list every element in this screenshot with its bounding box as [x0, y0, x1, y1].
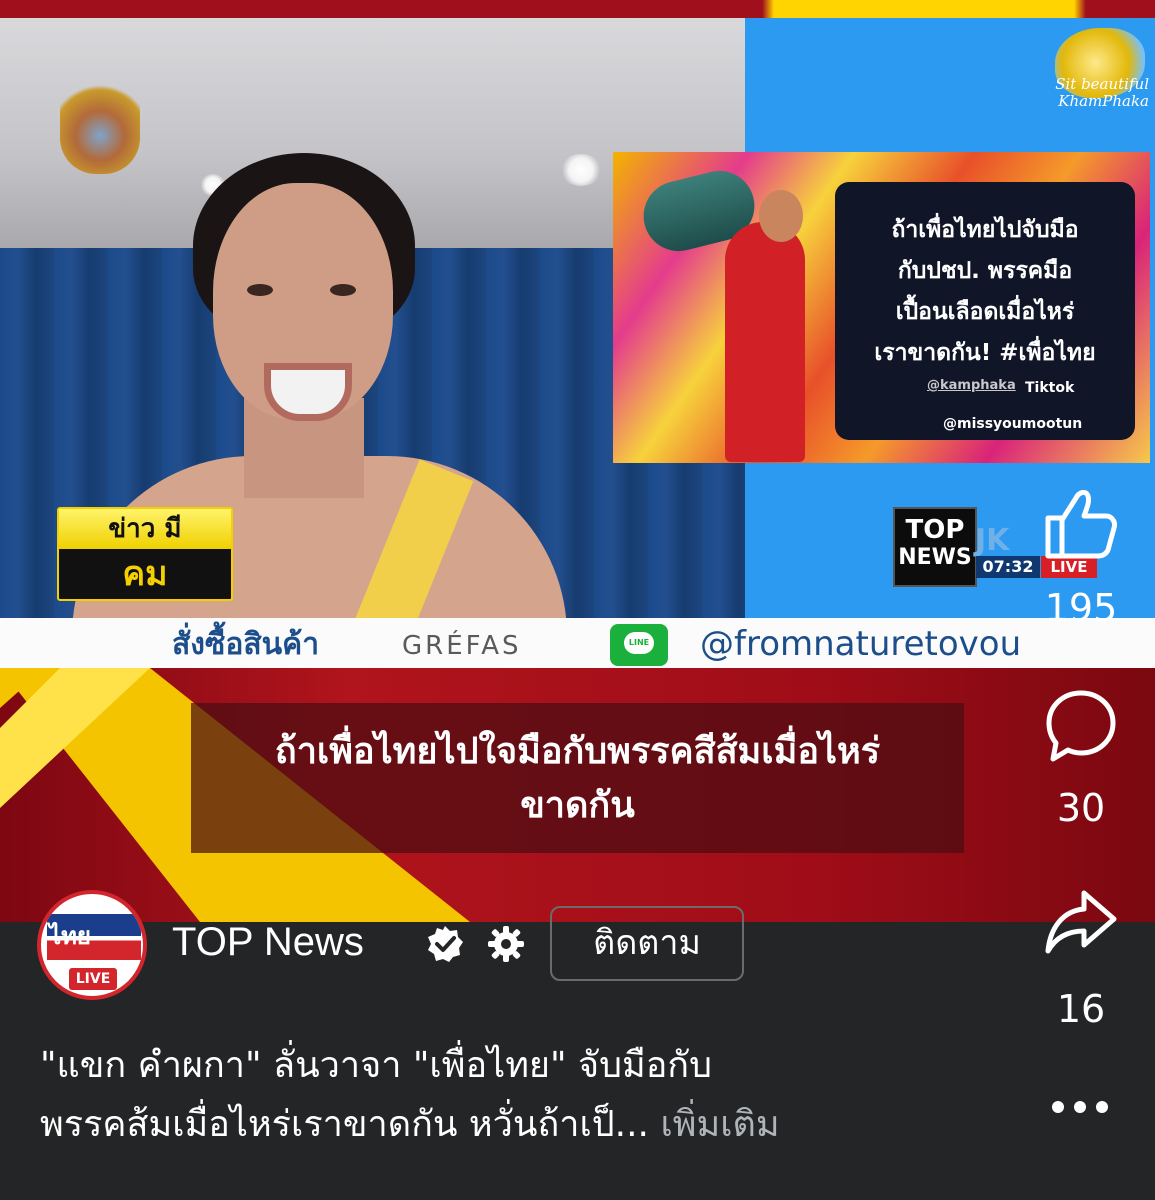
inset-platform: Tiktok	[1025, 380, 1075, 396]
description-line: พรรคส้มเมื่อไหร่เราขาดกัน หวั่นถ้าเป็...…	[40, 1095, 950, 1154]
caption-line: ถ้าเพื่อไทยไปใจมือกับพรรคสีส้มเมื่อไหร่	[274, 731, 881, 772]
channel-avatar[interactable]: ไทย LIVE	[37, 890, 147, 1000]
program-badge-top: ข่าว มี	[59, 509, 231, 549]
topnews-logo: TOP NEWS	[893, 507, 977, 587]
inset-handle-2: @missyoumootun	[943, 416, 1083, 432]
program-badge: ข่าว มี คม	[57, 507, 233, 601]
share-icon[interactable]	[1040, 887, 1120, 957]
video-caption-text: ถ้าเพื่อไทยไปใจมือกับพรรคสีส้มเมื่อไหร่ …	[191, 725, 964, 833]
reel-viewer: Sit beautiful KhamPhaka ถ้าเพื่อไทยไปจับ…	[0, 0, 1155, 1200]
inset-person-head	[759, 190, 803, 242]
inset-thumbnail: ถ้าเพื่อไทยไปจับมือ กับปชป. พรรคมือ เปื้…	[613, 152, 1150, 463]
share-count: 16	[1056, 987, 1106, 1031]
follow-button[interactable]: ติดตาม	[550, 906, 744, 981]
verified-icon	[428, 926, 463, 962]
ticker-brand: GRÉFAS	[402, 631, 522, 661]
channel-name[interactable]: TOP News	[172, 913, 364, 971]
comment-icon[interactable]	[1041, 687, 1121, 767]
ceiling-light	[560, 154, 602, 186]
presenter-eye	[330, 284, 356, 296]
inset-quote-line: เราขาดกัน! #เพื่อไทย	[874, 340, 1096, 366]
inset-quote-text: ถ้าเพื่อไทยไปจับมือ กับปชป. พรรคมือ เปื้…	[835, 210, 1135, 374]
presenter-eye	[247, 284, 273, 296]
inset-handle: @kamphaka	[927, 378, 1016, 393]
avatar-live-badge: LIVE	[69, 968, 117, 990]
line-icon-label: LINE	[624, 632, 654, 654]
gear-icon	[488, 926, 524, 962]
like-icon[interactable]	[1038, 484, 1118, 560]
ticker-handle: @fromnaturetovou	[700, 624, 1022, 664]
comment-count: 30	[1056, 786, 1106, 830]
like-count: 195	[1044, 586, 1118, 630]
program-badge-bottom: คม	[122, 554, 168, 594]
inset-quote-line: เปื้อนเลือดเมื่อไหร่	[895, 299, 1075, 325]
caption-line: ขาดกัน	[520, 785, 635, 826]
description-text: พรรคส้มเมื่อไหร่เราขาดกัน หวั่นถ้าเป็...	[40, 1104, 649, 1145]
royal-emblem-logo	[60, 78, 140, 174]
ticker-text: สั่งซื้อสินค้า	[172, 627, 320, 662]
inset-quote-line: กับปชป. พรรคมือ	[897, 258, 1073, 284]
see-more-link[interactable]: เพิ่มเติม	[660, 1104, 779, 1145]
description-line: "แขก คำผกา" ลั่นวาจา "เพื่อไทย" จับมือกั…	[40, 1045, 712, 1086]
inset-quote-box: ถ้าเพื่อไทยไปจับมือ กับปชป. พรรคมือ เปื้…	[835, 182, 1135, 440]
program-logo-jk: JK	[975, 523, 1010, 558]
post-description[interactable]: "แขก คำผกา" ลั่นวาจา "เพื่อไทย" จับมือกั…	[40, 1036, 950, 1154]
logo-line2: NEWS	[898, 545, 972, 570]
ticker-bar: สั่งซื้อสินค้า GRÉFAS LINE @fromnatureto…	[0, 618, 1155, 668]
presenter-mouth	[264, 363, 352, 421]
inset-quote-line: ถ้าเพื่อไทยไปจับมือ	[891, 217, 1079, 243]
line-icon: LINE	[610, 624, 668, 666]
video-player[interactable]: Sit beautiful KhamPhaka ถ้าเพื่อไทยไปจับ…	[0, 18, 1155, 668]
more-icon[interactable]	[1048, 1096, 1112, 1118]
avatar-text: ไทย	[49, 922, 91, 950]
side-caption: Sit beautiful KhamPhaka	[1055, 75, 1149, 110]
broadcast-time: 07:32	[976, 556, 1040, 578]
video-caption: ถ้าเพื่อไทยไปใจมือกับพรรคสีส้มเมื่อไหร่ …	[191, 703, 964, 853]
top-banner-strip	[0, 0, 1155, 18]
logo-line1: TOP	[905, 515, 965, 545]
inset-person-figure	[725, 222, 805, 462]
